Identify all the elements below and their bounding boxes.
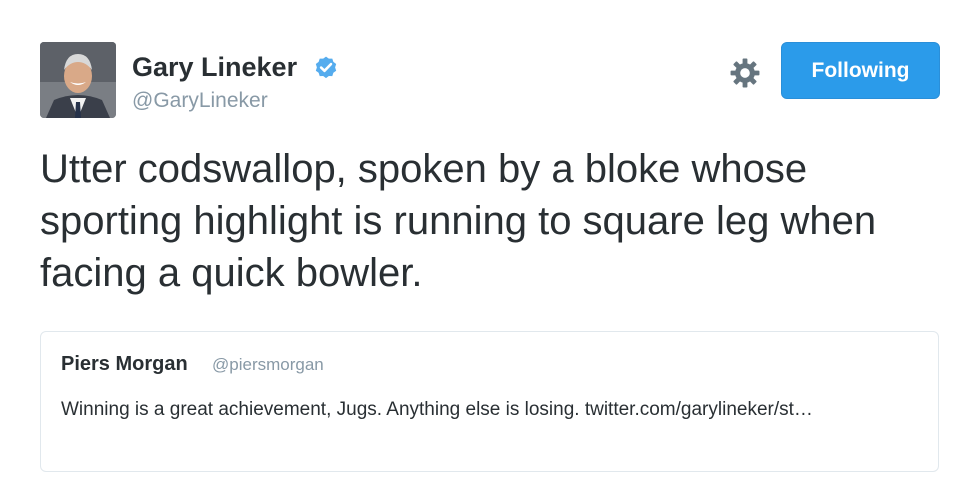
quoted-author-name: Piers Morgan [61,353,188,375]
gear-icon[interactable] [728,56,762,90]
quoted-author-handle: @piersmorgan [212,355,324,374]
author-handle[interactable]: @GaryLineker [132,88,268,114]
tweet-text: Utter codswallop, spoken by a bloke whos… [40,147,877,295]
author-name[interactable]: Gary Lineker [132,51,297,83]
avatar-photo [40,42,116,118]
following-button[interactable]: Following [781,42,940,99]
quoted-tweet-text: Winning is a great achievement, Jugs. An… [61,399,813,420]
verified-badge-icon [315,56,337,79]
avatar[interactable] [40,42,116,118]
quoted-tweet-card[interactable]: Piers Morgan @piersmorgan Winning is a g… [40,331,939,472]
